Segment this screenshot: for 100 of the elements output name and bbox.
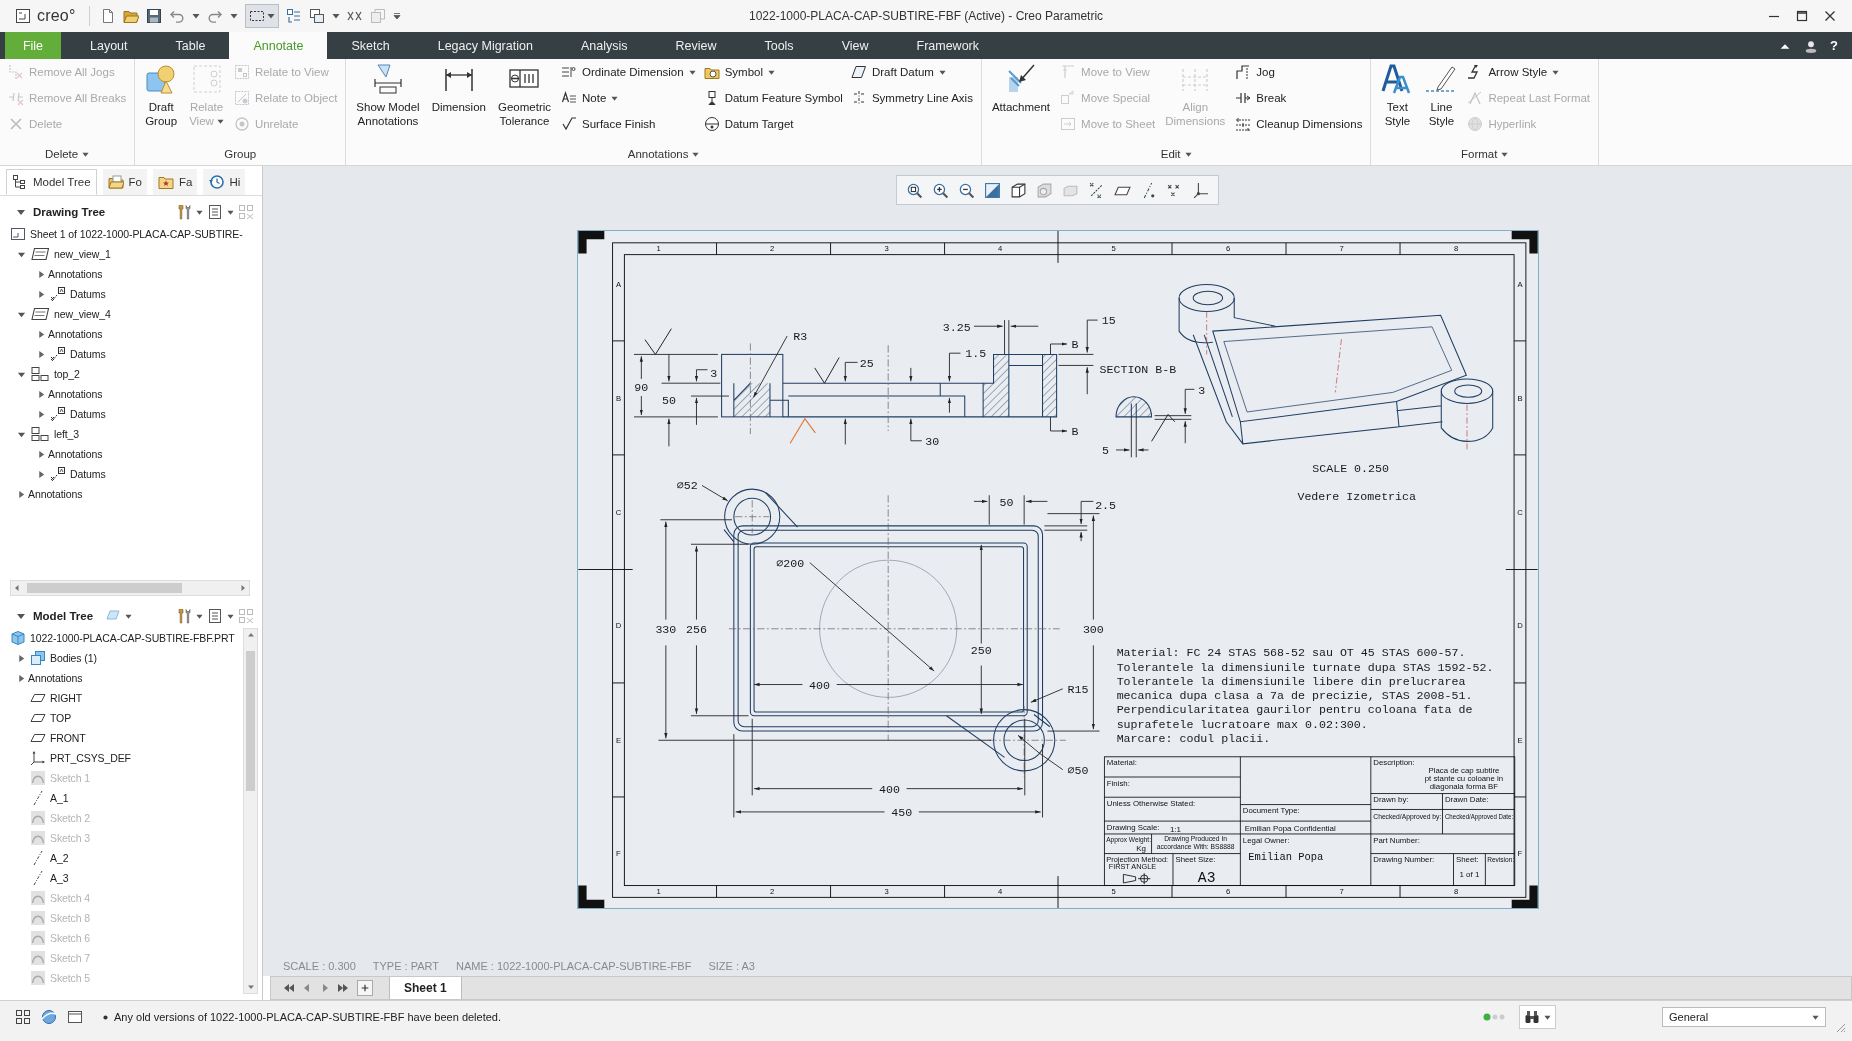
ribbon-button[interactable]: Show Model Annotations <box>354 59 422 128</box>
skip-left-icon[interactable] <box>283 982 295 994</box>
undo-icon[interactable] <box>168 8 185 24</box>
redo-icon[interactable] <box>206 8 223 24</box>
ribbon-group-label[interactable]: Format <box>1379 143 1591 165</box>
tree-item[interactable]: Bodies (1) <box>50 652 97 664</box>
ribbon-button[interactable]: Datum Target <box>703 111 843 137</box>
caret-icon[interactable] <box>331 12 340 20</box>
selection-button[interactable] <box>244 4 279 28</box>
ribbon-tab[interactable]: Tools <box>740 32 818 59</box>
caret-down-icon[interactable] <box>16 611 26 621</box>
tree-item[interactable]: Annotations <box>28 672 83 684</box>
tree-item[interactable]: A_2 <box>50 852 69 864</box>
zoom-out-icon[interactable] <box>958 181 975 199</box>
tools-icon[interactable] <box>176 608 192 624</box>
caret-icon[interactable] <box>125 612 133 620</box>
ribbon-button[interactable]: Cleanup Dimensions <box>1235 111 1363 137</box>
ribbon-tab[interactable]: Legacy Migration <box>413 32 557 59</box>
find-button[interactable] <box>1519 1005 1556 1029</box>
list-icon[interactable] <box>207 204 223 220</box>
ribbon-tab[interactable]: Sketch <box>327 32 414 59</box>
caret-icon[interactable] <box>196 612 203 620</box>
tree-item[interactable]: FRONT <box>50 732 86 744</box>
ribbon-button[interactable]: Ordinate Dimension <box>561 59 696 85</box>
caret-icon[interactable] <box>196 208 203 216</box>
sheet-tab[interactable]: Sheet 1 <box>389 977 462 999</box>
ribbon-tab[interactable]: Review <box>651 32 741 59</box>
windows-icon[interactable] <box>308 8 325 24</box>
ribbon-group-label[interactable]: Delete <box>8 143 127 165</box>
help-button[interactable]: ? <box>1830 38 1838 53</box>
tree-item[interactable]: 1022-1000-PLACA-CAP-SUBTIRE-FBF.PRT <box>30 632 235 644</box>
tree-item[interactable]: A_3 <box>50 872 69 884</box>
ribbon-tab[interactable]: Framework <box>892 32 1003 59</box>
scrollbar-thumb[interactable] <box>246 651 255 791</box>
ribbon-group-label[interactable]: Edit <box>989 143 1363 165</box>
tree-item[interactable]: Datums <box>70 468 106 480</box>
tree-item[interactable]: RIGHT <box>50 692 83 704</box>
tree-item[interactable]: Annotations <box>48 388 103 400</box>
tree-item[interactable]: Datums <box>70 408 106 420</box>
window-icon[interactable] <box>67 1009 83 1025</box>
ribbon-group-label[interactable]: Group <box>143 143 338 165</box>
scroll-right-icon[interactable] <box>239 584 247 592</box>
csys-display-icon[interactable] <box>1192 181 1209 199</box>
caret-icon[interactable] <box>229 12 238 20</box>
tools-icon[interactable] <box>176 204 192 220</box>
add-sheet-button[interactable] <box>357 980 373 996</box>
caret-right-icon[interactable] <box>36 289 46 299</box>
tree-item[interactable]: Annotations <box>48 328 103 340</box>
ribbon-button[interactable]: Arrow Style <box>1467 59 1591 85</box>
ribbon-tab[interactable]: Analysis <box>556 32 652 59</box>
caret-icon[interactable] <box>227 612 234 620</box>
scroll-left-icon[interactable] <box>13 584 21 592</box>
refit-icon[interactable] <box>906 181 923 199</box>
save-icon[interactable] <box>145 8 162 24</box>
ribbon-button[interactable]: Note <box>561 85 696 111</box>
zoom-in-icon[interactable] <box>932 181 949 199</box>
tree-item[interactable]: left_3 <box>54 428 80 440</box>
maximize-icon[interactable] <box>1794 8 1810 24</box>
ribbon-tab[interactable]: Annotate <box>229 32 328 59</box>
regenerate-icon[interactable] <box>285 8 302 24</box>
tree-item[interactable]: Annotations <box>48 448 103 460</box>
display-style-icon[interactable] <box>1010 181 1027 199</box>
ribbon-button[interactable]: Draft Group <box>143 59 180 128</box>
repaint-icon[interactable] <box>984 181 1001 199</box>
tree-item[interactable]: A_1 <box>50 792 69 804</box>
filter-dropdown[interactable]: General <box>1662 1007 1826 1027</box>
ribbon-group-label[interactable]: Annotations <box>354 143 973 165</box>
resize-grip-icon[interactable] <box>1834 1021 1846 1033</box>
caret-right-icon[interactable] <box>36 269 46 279</box>
navigator-tab[interactable]: Model Tree <box>6 169 97 195</box>
folder-icon[interactable] <box>122 8 139 24</box>
caret-right-icon[interactable] <box>16 673 26 683</box>
caret-right-icon[interactable] <box>36 469 46 479</box>
customize-caret-icon[interactable] <box>392 12 401 20</box>
caret-right-icon[interactable] <box>16 489 26 499</box>
tree-item[interactable]: Sheet 1 of 1022-1000-PLACA-CAP-SUBTIRE- <box>30 228 243 240</box>
ribbon-button[interactable]: Text Style <box>1379 59 1416 128</box>
ribbon-button[interactable]: Line Style <box>1423 59 1460 128</box>
tree-item[interactable]: TOP <box>50 712 72 724</box>
vertical-scrollbar[interactable] <box>243 628 258 994</box>
panel-toggle-icon[interactable] <box>15 1009 31 1025</box>
user-icon[interactable] <box>1804 38 1819 53</box>
scroll-up-icon[interactable] <box>246 631 255 639</box>
ribbon-button[interactable]: Datum Feature Symbol <box>703 85 843 111</box>
ribbon-tab[interactable]: Layout <box>66 32 152 59</box>
ribbon-button[interactable]: Dimension <box>429 59 488 114</box>
ribbon-button[interactable]: Jog <box>1235 59 1363 85</box>
tree-item[interactable]: PRT_CSYS_DEF <box>50 752 131 764</box>
tree-item[interactable]: Datums <box>70 288 106 300</box>
caret-right-icon[interactable] <box>36 349 46 359</box>
ribbon-button[interactable]: Break <box>1235 85 1363 111</box>
tree-item[interactable]: Annotations <box>48 268 103 280</box>
caret-right-icon[interactable] <box>36 449 46 459</box>
navigator-tab[interactable]: Fo <box>102 169 147 195</box>
ribbon-button[interactable]: Geometric Tolerance <box>495 59 553 128</box>
tree-item[interactable]: top_2 <box>54 368 80 380</box>
tree-item[interactable]: new_view_1 <box>54 248 111 260</box>
tree-item[interactable]: Annotations <box>28 488 83 500</box>
caret-right-icon[interactable] <box>16 653 26 663</box>
ribbon-button[interactable]: Symbol <box>703 59 843 85</box>
